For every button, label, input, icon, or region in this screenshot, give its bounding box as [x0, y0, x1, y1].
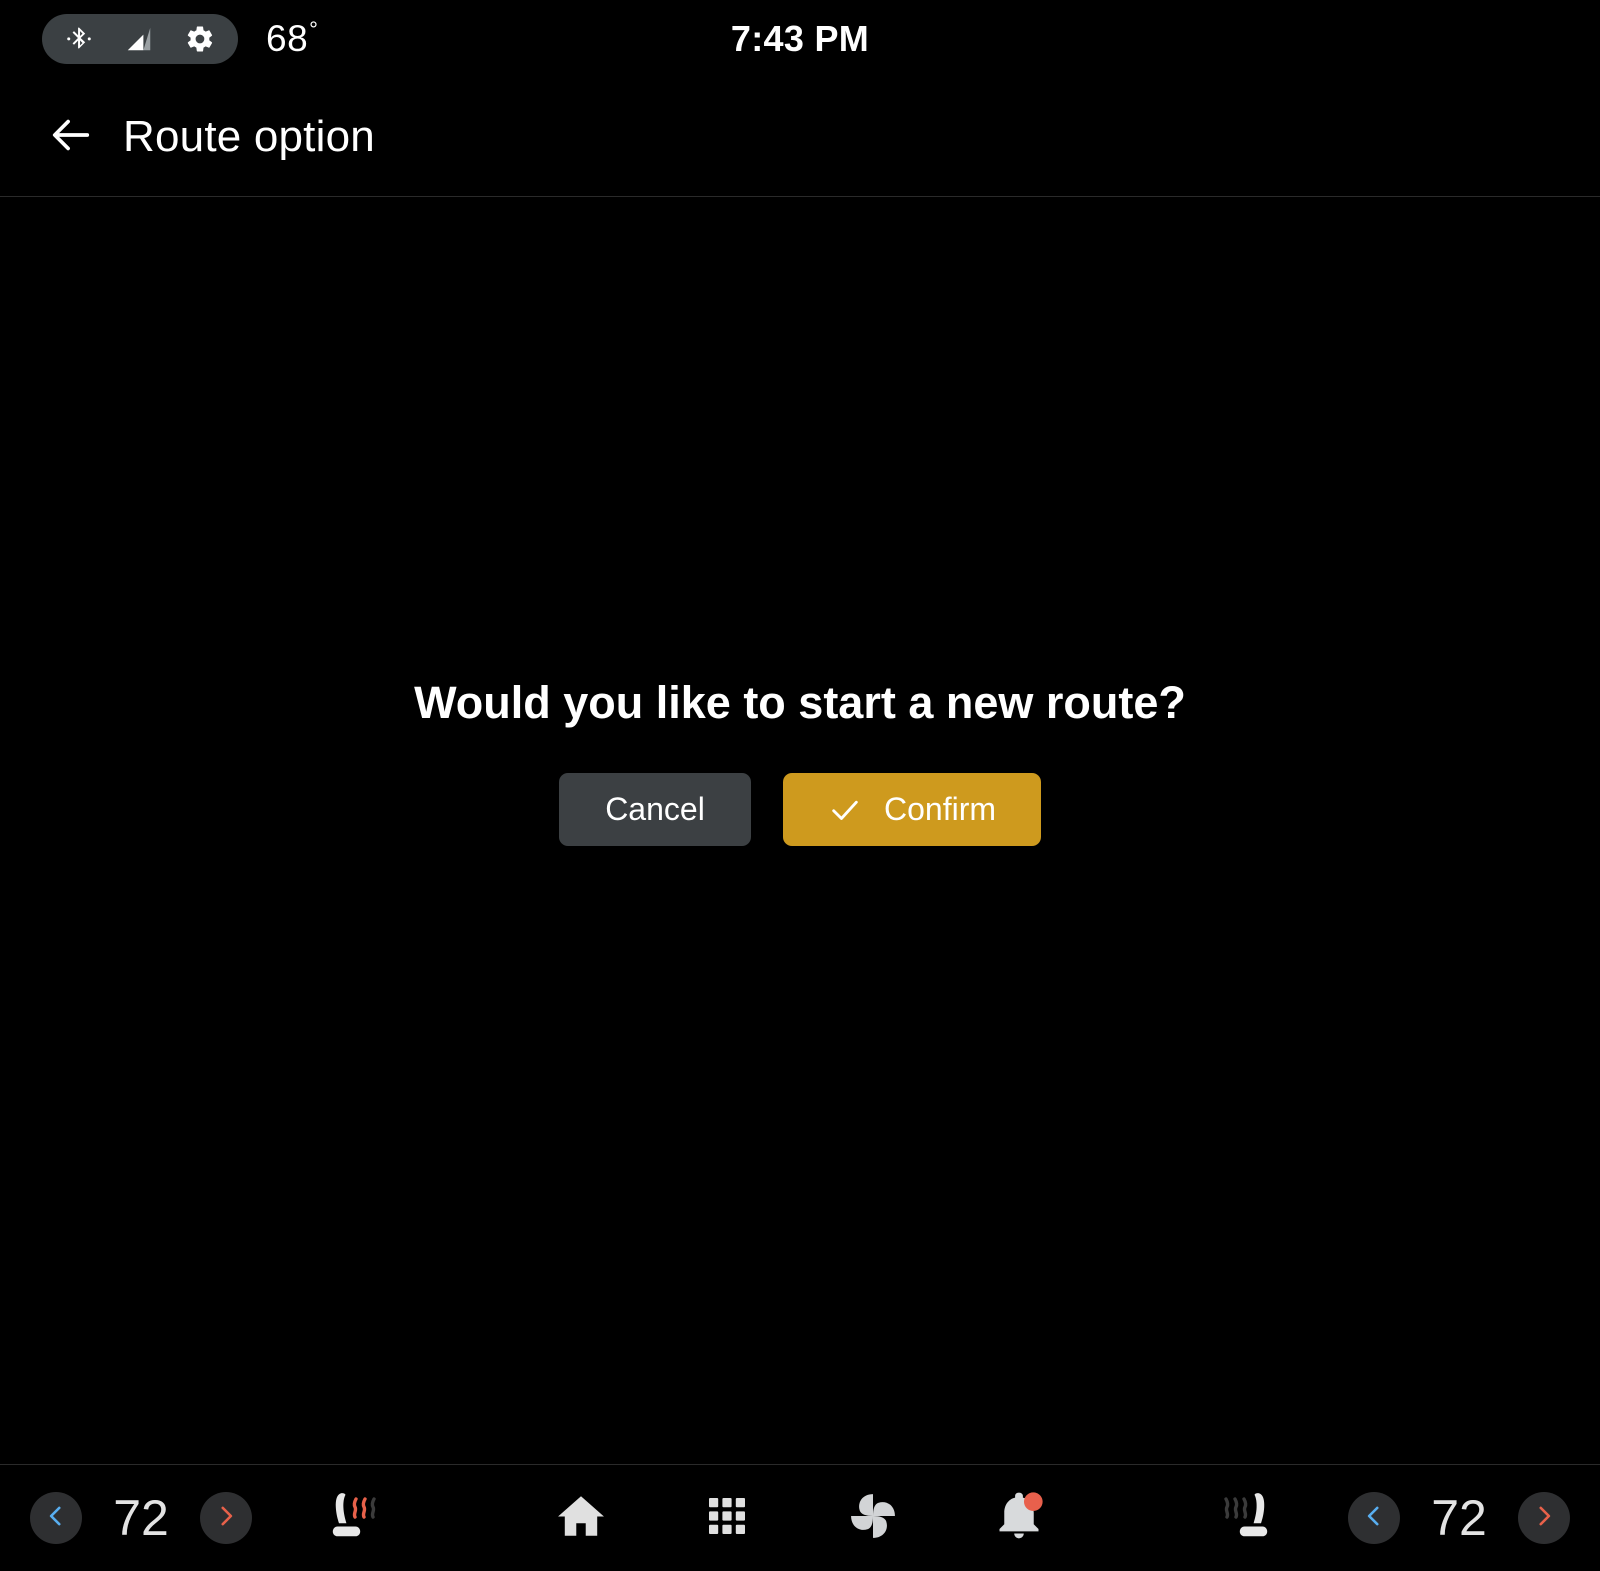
dialog-button-row: Cancel Confirm: [559, 773, 1041, 846]
confirm-button[interactable]: Confirm: [783, 773, 1041, 846]
bell-icon: [993, 1490, 1045, 1547]
heated-seat-icon: [1216, 1487, 1280, 1550]
passenger-temp-decrease-button[interactable]: [1348, 1492, 1400, 1544]
heated-seat-icon: [320, 1487, 384, 1550]
dialog-title: Would you like to start a new route?: [414, 677, 1186, 728]
page-title: Route option: [123, 112, 375, 161]
passenger-temp-increase-button[interactable]: [1518, 1492, 1570, 1544]
check-icon: [828, 793, 862, 827]
passenger-temperature-value: 72: [1431, 1490, 1487, 1546]
back-arrow-icon: [48, 112, 94, 163]
apps-grid-icon: [703, 1492, 751, 1545]
passenger-heated-seat-button[interactable]: [1210, 1485, 1286, 1551]
driver-heated-seat-button[interactable]: [314, 1485, 390, 1551]
chevron-right-icon: [213, 1503, 239, 1534]
new-route-dialog: Would you like to start a new route? Can…: [0, 677, 1600, 846]
chevron-left-icon: [43, 1503, 69, 1534]
back-button[interactable]: [45, 111, 97, 163]
confirm-button-label: Confirm: [883, 791, 996, 827]
nav-apps-button[interactable]: [693, 1484, 761, 1552]
status-bar: 68 ° 7:43 PM: [0, 0, 1600, 78]
content-area: Would you like to start a new route? Can…: [0, 197, 1600, 1464]
driver-climate-controls: 72: [30, 1465, 390, 1571]
home-icon: [554, 1489, 608, 1548]
cancel-button-label: Cancel: [605, 791, 705, 827]
fan-icon: [845, 1488, 901, 1549]
driver-temp-decrease-button[interactable]: [30, 1492, 82, 1544]
status-clock: 7:43 PM: [730, 18, 870, 59]
app-header: Route option: [0, 78, 1600, 196]
nav-home-button[interactable]: [547, 1484, 615, 1552]
cancel-button[interactable]: Cancel: [559, 773, 751, 846]
chevron-left-icon: [1361, 1503, 1387, 1534]
chevron-right-icon: [1531, 1503, 1557, 1534]
driver-temperature-value: 72: [113, 1490, 169, 1546]
passenger-climate-controls: 72: [1210, 1465, 1570, 1571]
bottom-bar: 72 72: [0, 1465, 1600, 1571]
nav-climate-button[interactable]: [839, 1484, 907, 1552]
driver-temp-increase-button[interactable]: [200, 1492, 252, 1544]
nav-notifications-button[interactable]: [985, 1484, 1053, 1552]
